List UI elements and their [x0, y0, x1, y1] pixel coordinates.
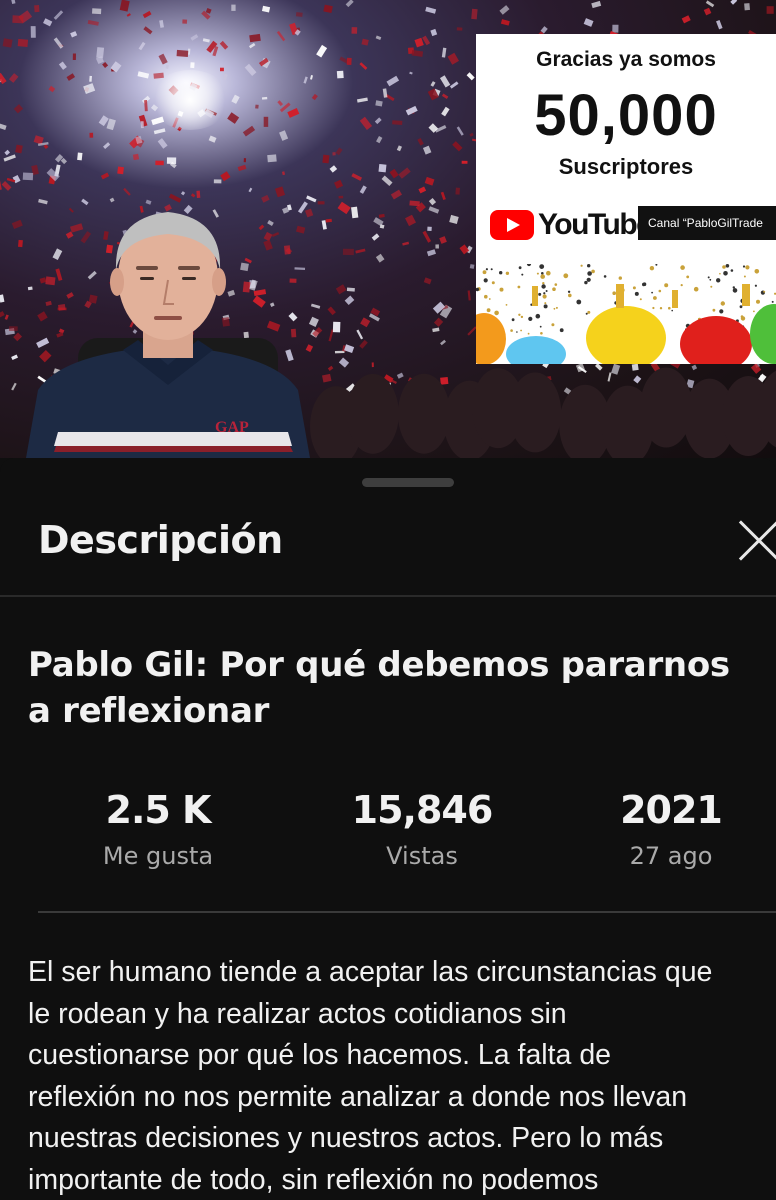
views-count: 15,846: [351, 788, 494, 832]
likes-count: 2.5 K: [105, 788, 212, 832]
date-stat: 2021 27 ago: [561, 788, 776, 870]
shirt-logo: GAP: [215, 419, 249, 436]
description-line: reflexión no nos permite analizar a dond…: [28, 1080, 688, 1113]
description-line: nuestras decisiones y nuestros actos. Pe…: [28, 1122, 664, 1154]
drag-handle[interactable]: [362, 478, 454, 487]
publish-date: 27 ago: [629, 842, 713, 870]
description-line: El ser humano tiende a aceptar las circu…: [28, 956, 713, 988]
header-divider: [0, 595, 776, 597]
description-panel: Descripción Pablo Gil: Por qué debemos p…: [0, 458, 776, 1200]
description-line: importante de todo, sin reflexión no pod…: [28, 1163, 599, 1196]
balloons-image: [476, 264, 776, 364]
channel-tag: Canal “PabloGilTrade: [638, 206, 776, 240]
presenter-image: GAP: [26, 212, 310, 458]
banner-subscribers-text: Suscriptores: [558, 154, 694, 179]
youtube-play-icon: [490, 210, 534, 240]
stage-light: [150, 70, 230, 130]
banner-thanks-text: Gracias ya somos: [536, 48, 716, 71]
description-text: El ser humano tiende a aceptar las circu…: [28, 952, 776, 1200]
stats-divider: [38, 911, 776, 913]
subscribers-banner: Gracias ya somos 50,000 Suscriptores You…: [476, 34, 776, 364]
views-stat: 15,846 Vistas: [312, 788, 532, 870]
video-title: Pablo Gil: Por qué debemos pararnos a re…: [28, 645, 730, 731]
video-player[interactable]: GAP Gracias ya somos 50,000 Suscriptores…: [0, 0, 776, 458]
panel-title: Descripción: [38, 518, 283, 562]
views-label: Vistas: [386, 842, 458, 870]
likes-label: Me gusta: [102, 842, 214, 870]
description-line: cuestionarse por qué los hacemos. La fal…: [28, 1039, 612, 1071]
publish-year: 2021: [620, 788, 723, 832]
banner-subscriber-count: 50,000: [534, 83, 718, 148]
likes-stat: 2.5 K Me gusta: [48, 788, 268, 870]
youtube-wordmark: YouTube: [538, 208, 653, 241]
close-icon[interactable]: [736, 520, 776, 562]
description-line: le rodean y ha realizar actos cotidianos…: [28, 997, 567, 1030]
